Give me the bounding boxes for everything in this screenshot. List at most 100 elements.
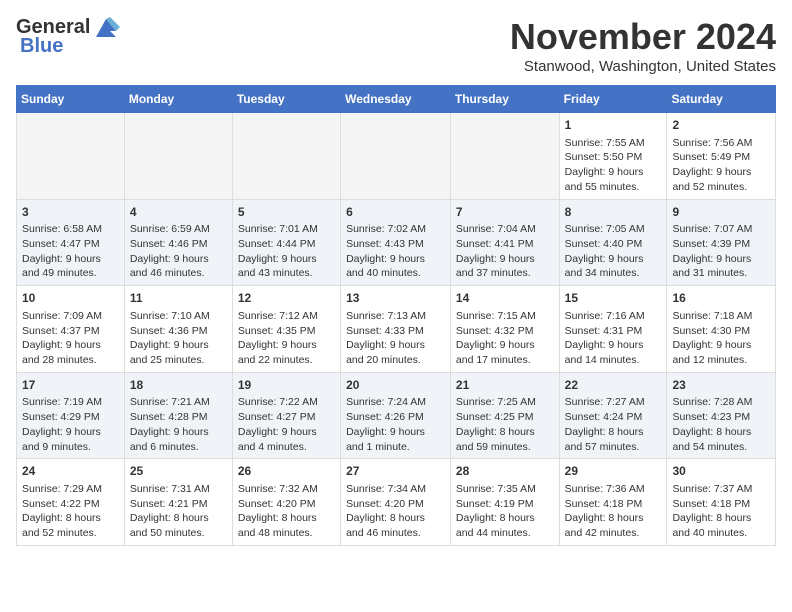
sunrise: Sunrise: 7:34 AM	[346, 483, 426, 495]
daylight: Daylight: 9 hours and 1 minute.	[346, 426, 425, 453]
day-number: 8	[565, 204, 662, 221]
day-number: 19	[238, 377, 335, 394]
sunset: Sunset: 4:44 PM	[238, 238, 316, 250]
sunrise: Sunrise: 7:10 AM	[130, 310, 210, 322]
sunrise: Sunrise: 7:04 AM	[456, 223, 536, 235]
daylight: Daylight: 8 hours and 52 minutes.	[22, 512, 101, 539]
daylight: Daylight: 8 hours and 44 minutes.	[456, 512, 535, 539]
sunset: Sunset: 4:28 PM	[130, 411, 208, 423]
day-number: 24	[22, 463, 119, 480]
daylight: Daylight: 9 hours and 22 minutes.	[238, 339, 317, 366]
calendar-cell: 1Sunrise: 7:55 AMSunset: 5:50 PMDaylight…	[559, 113, 667, 200]
calendar-cell: 19Sunrise: 7:22 AMSunset: 4:27 PMDayligh…	[232, 372, 340, 459]
daylight: Daylight: 8 hours and 48 minutes.	[238, 512, 317, 539]
calendar-cell	[232, 113, 340, 200]
column-header-saturday: Saturday	[667, 86, 776, 113]
sunrise: Sunrise: 7:27 AM	[565, 396, 645, 408]
sunrise: Sunrise: 7:07 AM	[672, 223, 752, 235]
location: Stanwood, Washington, United States	[510, 58, 776, 75]
calendar-cell: 6Sunrise: 7:02 AMSunset: 4:43 PMDaylight…	[341, 199, 451, 286]
sunset: Sunset: 4:46 PM	[130, 238, 208, 250]
day-number: 15	[565, 290, 662, 307]
sunrise: Sunrise: 7:18 AM	[672, 310, 752, 322]
day-number: 9	[672, 204, 770, 221]
sunset: Sunset: 4:43 PM	[346, 238, 424, 250]
sunset: Sunset: 4:20 PM	[238, 498, 316, 510]
week-row-1: 1Sunrise: 7:55 AMSunset: 5:50 PMDaylight…	[17, 113, 776, 200]
sunrise: Sunrise: 7:13 AM	[346, 310, 426, 322]
daylight: Daylight: 9 hours and 4 minutes.	[238, 426, 317, 453]
day-number: 7	[456, 204, 554, 221]
calendar: SundayMondayTuesdayWednesdayThursdayFrid…	[16, 85, 776, 546]
day-number: 12	[238, 290, 335, 307]
calendar-header: SundayMondayTuesdayWednesdayThursdayFrid…	[17, 86, 776, 113]
sunrise: Sunrise: 7:35 AM	[456, 483, 536, 495]
sunrise: Sunrise: 7:16 AM	[565, 310, 645, 322]
calendar-cell: 23Sunrise: 7:28 AMSunset: 4:23 PMDayligh…	[667, 372, 776, 459]
sunrise: Sunrise: 7:56 AM	[672, 137, 752, 149]
week-row-5: 24 Sunrise: 7:29 AM Sunset: 4:22 PM Dayligh…	[17, 459, 776, 546]
daylight: Daylight: 8 hours and 46 minutes.	[346, 512, 425, 539]
sunset: Sunset: 4:22 PM	[22, 498, 100, 510]
daylight: Daylight: 8 hours and 54 minutes.	[672, 426, 751, 453]
daylight: Daylight: 9 hours and 17 minutes.	[456, 339, 535, 366]
calendar-cell: 24 Sunrise: 7:29 AM Sunset: 4:22 PM Dayligh…	[17, 459, 125, 546]
week-row-2: 3Sunrise: 6:58 AMSunset: 4:47 PMDaylight…	[17, 199, 776, 286]
day-number: 13	[346, 290, 445, 307]
day-number: 27	[346, 463, 445, 480]
daylight: Daylight: 9 hours and 20 minutes.	[346, 339, 425, 366]
calendar-cell: 29Sunrise: 7:36 AMSunset: 4:18 PMDayligh…	[559, 459, 667, 546]
title-block: November 2024 Stanwood, Washington, Unit…	[510, 16, 776, 75]
calendar-cell: 20Sunrise: 7:24 AMSunset: 4:26 PMDayligh…	[341, 372, 451, 459]
sunset: Sunset: 5:49 PM	[672, 151, 750, 163]
daylight: Daylight: 9 hours and 49 minutes.	[22, 253, 101, 280]
daylight: Daylight: 9 hours and 55 minutes.	[565, 166, 644, 193]
sunrise: Sunrise: 7:09 AM	[22, 310, 102, 322]
sunrise: Sunrise: 6:59 AM	[130, 223, 210, 235]
day-number: 10	[22, 290, 119, 307]
sunrise: Sunrise: 7:21 AM	[130, 396, 210, 408]
calendar-cell: 30Sunrise: 7:37 AMSunset: 4:18 PMDayligh…	[667, 459, 776, 546]
sunset: Sunset: 4:40 PM	[565, 238, 643, 250]
day-number: 6	[346, 204, 445, 221]
daylight: Daylight: 9 hours and 25 minutes.	[130, 339, 209, 366]
day-number: 4	[130, 204, 227, 221]
daylight: Daylight: 8 hours and 40 minutes.	[672, 512, 751, 539]
day-number: 5	[238, 204, 335, 221]
day-number: 29	[565, 463, 662, 480]
daylight: Daylight: 8 hours and 50 minutes.	[130, 512, 209, 539]
calendar-cell: 25Sunrise: 7:31 AMSunset: 4:21 PMDayligh…	[124, 459, 232, 546]
sunset: Sunset: 4:25 PM	[456, 411, 534, 423]
calendar-cell: 22Sunrise: 7:27 AMSunset: 4:24 PMDayligh…	[559, 372, 667, 459]
sunrise: Sunrise: 7:19 AM	[22, 396, 102, 408]
day-number: 17	[22, 377, 119, 394]
daylight: Daylight: 9 hours and 14 minutes.	[565, 339, 644, 366]
daylight: Daylight: 9 hours and 40 minutes.	[346, 253, 425, 280]
day-number: 30	[672, 463, 770, 480]
sunrise: Sunrise: 7:22 AM	[238, 396, 318, 408]
sunset: Sunset: 4:24 PM	[565, 411, 643, 423]
sunset: Sunset: 4:37 PM	[22, 325, 100, 337]
sunrise: Sunrise: 7:28 AM	[672, 396, 752, 408]
sunrise: Sunrise: 7:55 AM	[565, 137, 645, 149]
daylight: Daylight: 9 hours and 6 minutes.	[130, 426, 209, 453]
daylight: Daylight: 9 hours and 37 minutes.	[456, 253, 535, 280]
sunrise: Sunrise: 7:29 AM	[22, 483, 102, 495]
sunset: Sunset: 4:26 PM	[346, 411, 424, 423]
sunrise: Sunrise: 7:31 AM	[130, 483, 210, 495]
calendar-cell	[124, 113, 232, 200]
day-number: 11	[130, 290, 227, 307]
calendar-cell: 26Sunrise: 7:32 AMSunset: 4:20 PMDayligh…	[232, 459, 340, 546]
sunset: Sunset: 4:47 PM	[22, 238, 100, 250]
week-row-4: 17Sunrise: 7:19 AMSunset: 4:29 PMDayligh…	[17, 372, 776, 459]
sunrise: Sunrise: 7:12 AM	[238, 310, 318, 322]
sunrise: Sunrise: 7:01 AM	[238, 223, 318, 235]
calendar-cell: 7Sunrise: 7:04 AMSunset: 4:41 PMDaylight…	[450, 199, 559, 286]
daylight: Daylight: 9 hours and 28 minutes.	[22, 339, 101, 366]
sunrise: Sunrise: 7:36 AM	[565, 483, 645, 495]
sunset: Sunset: 4:36 PM	[130, 325, 208, 337]
sunset: Sunset: 5:50 PM	[565, 151, 643, 163]
sunset: Sunset: 4:32 PM	[456, 325, 534, 337]
calendar-cell: 11 Sunrise: 7:10 AM Sunset: 4:36 PM Dayligh…	[124, 286, 232, 373]
calendar-cell: 10 Sunrise: 7:09 AM Sunset: 4:37 PM Dayligh…	[17, 286, 125, 373]
